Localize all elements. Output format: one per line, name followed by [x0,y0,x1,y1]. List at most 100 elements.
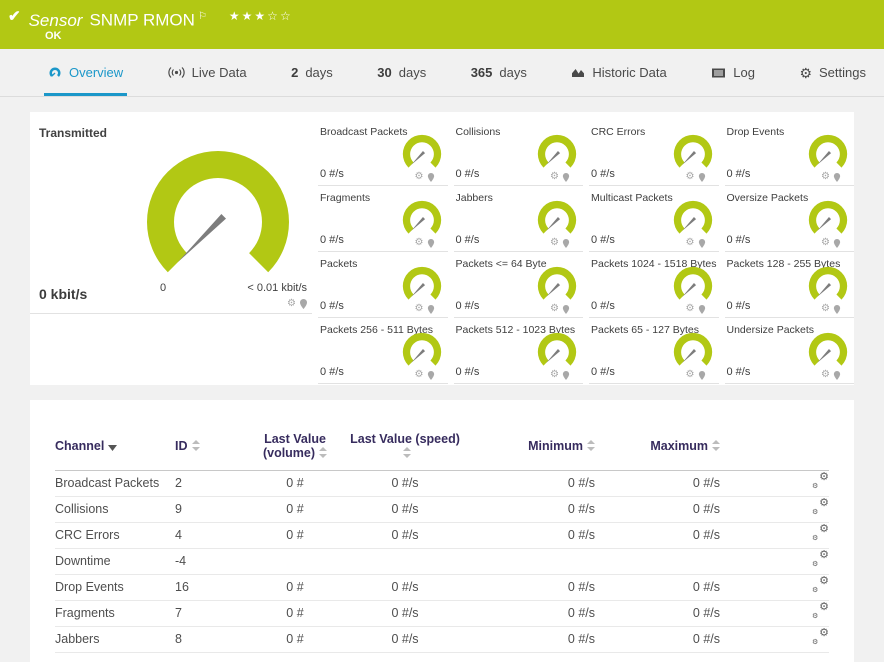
table-row[interactable]: Broadcast Packets 2 0 # 0 #/s 0 #/s 0 #/… [55,470,829,497]
pin-icon[interactable] [562,304,570,314]
cell-minimum: 0 #/s [465,574,595,601]
col-header-last-value-volume[interactable]: Last Value (volume) [245,422,345,471]
col-header-minimum[interactable]: Minimum [465,422,595,471]
gear-icon[interactable]: ⚙ [415,238,424,248]
tab-30-days[interactable]: 30 days [373,49,430,96]
cell-minimum: 0 #/s [465,600,595,627]
tab-label: days [305,65,333,80]
gear-icon[interactable]: ⚙ [686,172,695,182]
tab-settings[interactable]: ⚙ Settings [795,49,870,96]
priority-stars[interactable]: ★★★☆☆ [229,6,293,26]
col-header-id[interactable]: ID [175,422,245,471]
table-row[interactable]: Collisions 9 0 # 0 #/s 0 #/s 0 #/s ⚙ ⚙ [55,496,829,523]
gauge-needle [546,283,561,297]
pin-icon[interactable] [833,238,841,248]
sensor-name: SNMP RMON [89,10,195,30]
cell-last-value-speed: 0 #/s [345,496,465,523]
channel-settings-gears-icon[interactable]: ⚙ ⚙ [812,628,829,647]
cell-maximum: 0 #/s [595,626,720,653]
gauge-value: 0 #/s [455,168,480,180]
cell-channel: Drop Events [55,574,175,601]
pin-icon[interactable] [698,370,706,380]
pin-icon[interactable] [698,172,706,182]
gauge-needle [410,283,425,297]
cell-channel: Downtime [55,548,175,575]
tab-365-days[interactable]: 365 days [467,49,531,96]
pin-icon[interactable] [833,370,841,380]
pin-icon[interactable] [562,238,570,248]
table-row[interactable]: Drop Events 16 0 # 0 #/s 0 #/s 0 #/s ⚙ ⚙ [55,574,829,601]
cell-minimum [465,548,595,575]
pin-icon[interactable] [427,304,435,314]
flag-icon[interactable]: ⚐ [198,11,207,22]
table-row[interactable]: CRC Errors 4 0 # 0 #/s 0 #/s 0 #/s ⚙ ⚙ [55,522,829,549]
gear-icon[interactable]: ⚙ [415,172,424,182]
channel-settings-gears-icon[interactable]: ⚙ ⚙ [812,524,829,543]
tab-overview[interactable]: Overview [44,49,127,96]
gauge-card: CRC Errors 0 #/s ⚙ [589,120,719,186]
gauge-title: CRC Errors [591,126,646,138]
pin-icon[interactable] [427,238,435,248]
pin-icon[interactable] [833,304,841,314]
pin-icon[interactable] [698,304,706,314]
gear-icon[interactable]: ⚙ [686,238,695,248]
pin-icon[interactable] [833,172,841,182]
pin-icon[interactable] [562,370,570,380]
tab-live-data[interactable]: Live Data [164,49,251,96]
channel-settings-gears-icon[interactable]: ⚙ ⚙ [812,602,829,621]
channel-settings-gears-icon[interactable]: ⚙ ⚙ [812,576,829,595]
gear-icon[interactable]: ⚙ [686,370,695,380]
channel-settings-gears-icon[interactable]: ⚙ ⚙ [812,498,829,517]
gear-icon[interactable]: ⚙ [686,304,695,314]
gear-icon[interactable]: ⚙ [821,238,830,248]
cell-last-value-speed: 0 #/s [345,600,465,627]
cell-id: 2 [175,470,245,497]
gear-icon[interactable]: ⚙ [550,238,559,248]
gear-icon[interactable]: ⚙ [821,370,830,380]
table-row[interactable]: Jabbers 8 0 # 0 #/s 0 #/s 0 #/s ⚙ ⚙ [55,626,829,653]
col-header-actions [720,422,829,471]
tab-log[interactable]: Log [707,49,759,96]
main-gauge-scale-min: 0 [160,282,167,294]
cell-minimum: 0 #/s [465,470,595,497]
gauge-value: 0 #/s [320,300,344,312]
gauge-value: 0 #/s [455,366,480,378]
tab-historic-data[interactable]: Historic Data [567,49,670,96]
table-row[interactable]: Fragments 7 0 # 0 #/s 0 #/s 0 #/s ⚙ ⚙ [55,600,829,627]
tab-label: Live Data [191,65,247,80]
tab-label: days [398,65,427,80]
cell-maximum: 0 #/s [595,496,720,523]
table-row[interactable]: Downtime -4 ⚙ ⚙ [55,548,829,575]
channel-settings-gears-icon[interactable]: ⚙ ⚙ [812,472,829,491]
gear-icon[interactable]: ⚙ [550,172,559,182]
pin-icon[interactable] [698,238,706,248]
gauge-card: Undersize Packets 0 #/s ⚙ [724,318,854,384]
cell-last-value-volume: 0 # [245,496,345,523]
gauge-value: 0 #/s [726,168,751,180]
gauge-needle [410,217,425,231]
cell-channel: Broadcast Packets [55,470,175,497]
gear-icon[interactable]: ⚙ [550,304,559,314]
channel-settings-gears-icon[interactable]: ⚙ ⚙ [812,550,829,569]
col-header-maximum[interactable]: Maximum [595,422,720,471]
pin-icon[interactable] [562,172,570,182]
small-gauges-grid: Broadcast Packets 0 #/s ⚙ Collisions 0 #… [318,112,854,384]
tab-label: days [499,65,527,80]
cell-last-value-speed: 0 #/s [345,470,465,497]
gear-icon[interactable]: ⚙ [287,299,296,309]
gear-icon[interactable]: ⚙ [550,370,559,380]
gear-icon[interactable]: ⚙ [821,304,830,314]
pin-icon[interactable] [427,172,435,182]
pin-icon[interactable] [299,299,308,309]
gear-icon[interactable]: ⚙ [821,172,830,182]
gear-icon[interactable]: ⚙ [415,370,424,380]
channels-table: Channel ID Last Value (volume) Last Value (… [55,422,829,653]
status-badge: OK [45,30,62,42]
gauge-card: Packets 0 #/s ⚙ [318,252,448,318]
pin-icon[interactable] [427,370,435,380]
gear-icon[interactable]: ⚙ [415,304,424,314]
col-header-channel[interactable]: Channel [55,422,175,471]
cell-minimum: 0 #/s [465,522,595,549]
col-header-last-value-speed[interactable]: Last Value (speed) [345,422,465,471]
tab-2-days[interactable]: 2 days [287,49,337,96]
